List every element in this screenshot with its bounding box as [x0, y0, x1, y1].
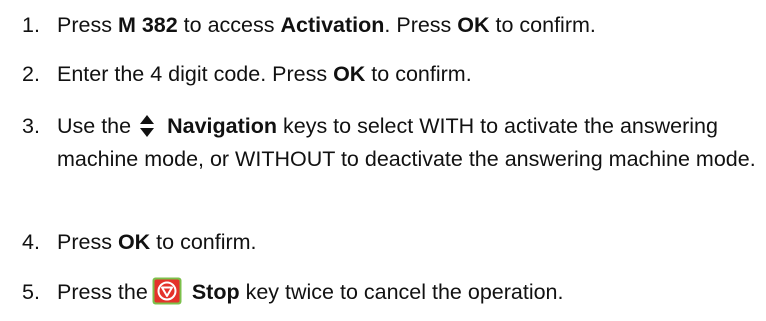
step-2: 2. Enter the 4 digit code. Press OK to c…: [22, 58, 762, 91]
step-3: 3. Use the Navigation keys to select WITH…: [22, 110, 762, 176]
key-ok: OK: [457, 13, 490, 37]
step-text: Press the Stop key twice to cancel the op…: [57, 276, 762, 309]
step-number: 1.: [22, 13, 40, 37]
step-4: 4. Press OK to confirm.: [22, 226, 762, 259]
up-down-navigation-icon: [137, 114, 157, 138]
key-navigation: Navigation: [167, 114, 278, 138]
step-5: 5. Press the Stop key twice to cancel the…: [22, 276, 762, 309]
stop-key-icon: [152, 277, 182, 305]
step-number: 2.: [22, 62, 40, 86]
step-number: 4.: [22, 230, 40, 254]
key-ok: OK: [333, 62, 366, 86]
key-m382: M 382: [117, 13, 178, 37]
menu-activation: Activation: [280, 13, 385, 37]
step-number: 3.: [22, 114, 40, 138]
step-text: Enter the 4 digit code. Press OK to conf…: [57, 62, 472, 86]
key-ok: OK: [117, 230, 151, 254]
step-text: Press M 382 to access Activation. Press …: [57, 13, 596, 37]
step-text: Use the Navigation keys to select WITH to…: [57, 114, 756, 171]
key-stop: Stop: [191, 280, 240, 304]
step-1: 1. Press M 382 to access Activation. Pre…: [22, 9, 762, 42]
step-text: Press OK to confirm.: [57, 230, 257, 254]
step-number: 5.: [22, 280, 40, 304]
